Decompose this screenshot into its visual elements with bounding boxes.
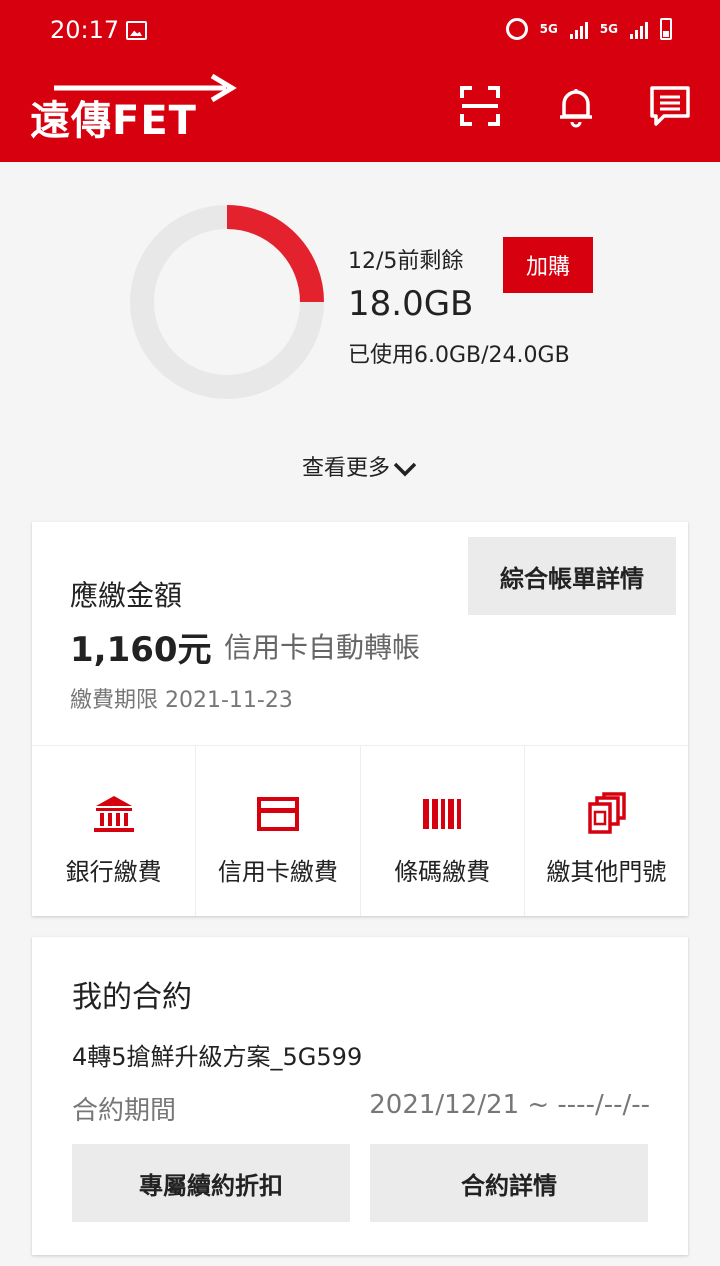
payment-method: 信用卡自動轉帳 (224, 631, 421, 664)
logo-text: 遠傳FET (30, 98, 197, 144)
see-more-link[interactable]: 查看更多 (0, 450, 720, 482)
quota-used-text: 已使用6.0GB/24.0GB (348, 343, 570, 368)
quota-remaining: 18.0GB (348, 284, 474, 324)
network-type-1: 5G (539, 22, 558, 36)
signal-icon-2 (630, 19, 648, 39)
alarm-icon (505, 18, 528, 40)
see-more-label: 查看更多 (301, 456, 390, 481)
pay-option-label: 銀行繳費 (65, 858, 162, 886)
multi-phone-icon (588, 792, 627, 834)
status-time: 20:17 (50, 16, 120, 44)
pay-option-label: 繳其他門號 (546, 858, 667, 886)
contract-period-label: 合約期間 (72, 1096, 177, 1126)
payment-options: 銀行繳費 信用卡繳費 條碼繳費 繳其他門號 (32, 745, 688, 916)
message-icon[interactable] (648, 84, 692, 128)
contract-period-value: 2021/12/21 ~ ----/--/-- (369, 1090, 650, 1120)
gallery-notification-icon (126, 21, 147, 40)
battery-icon (660, 18, 672, 40)
fet-logo: 遠傳FET (30, 74, 240, 144)
bill-amount: 1,160元 (70, 630, 212, 670)
bill-detail-button[interactable]: 綜合帳單詳情 (468, 537, 676, 615)
bill-due-date: 繳費期限 2021-11-23 (70, 688, 293, 713)
contract-card: 我的合約 4轉5搶鮮升級方案_5G599 合約期間 2021/12/21 ~ -… (32, 937, 688, 1255)
credit-card-icon (256, 797, 299, 831)
contract-title: 我的合約 (72, 980, 192, 1015)
contract-detail-button[interactable]: 合約詳情 (370, 1144, 648, 1222)
network-type-2: 5G (599, 22, 618, 36)
quota-period-label: 12/5前剩餘 (348, 249, 464, 274)
buy-more-data-button[interactable]: 加購 (503, 237, 593, 293)
data-usage-donut (130, 205, 324, 399)
pay-option-label: 條碼繳費 (394, 858, 491, 886)
contract-plan-name: 4轉5搶鮮升級方案_5G599 (72, 1043, 363, 1071)
bill-title: 應繳金額 (70, 579, 183, 612)
status-indicators: 5G 5G (505, 18, 672, 40)
scan-icon[interactable] (458, 84, 502, 128)
pay-option-bank[interactable]: 銀行繳費 (32, 746, 197, 916)
app-header: 20:17 5G 5G 遠傳FET (0, 0, 720, 162)
pay-option-credit-card[interactable]: 信用卡繳費 (196, 746, 361, 916)
pay-option-label: 信用卡繳費 (217, 858, 338, 886)
chevron-down-icon (393, 462, 417, 477)
pay-option-other-number[interactable]: 繳其他門號 (525, 746, 688, 916)
barcode-icon (423, 799, 462, 829)
bill-card: 綜合帳單詳情 應繳金額 1,160元 信用卡自動轉帳 繳費期限 2021-11-… (32, 522, 688, 916)
signal-icon (569, 19, 588, 39)
renewal-discount-button[interactable]: 專屬續約折扣 (72, 1144, 350, 1222)
bank-icon (93, 796, 134, 832)
pay-option-barcode[interactable]: 條碼繳費 (361, 746, 525, 916)
bell-icon[interactable] (554, 84, 598, 128)
